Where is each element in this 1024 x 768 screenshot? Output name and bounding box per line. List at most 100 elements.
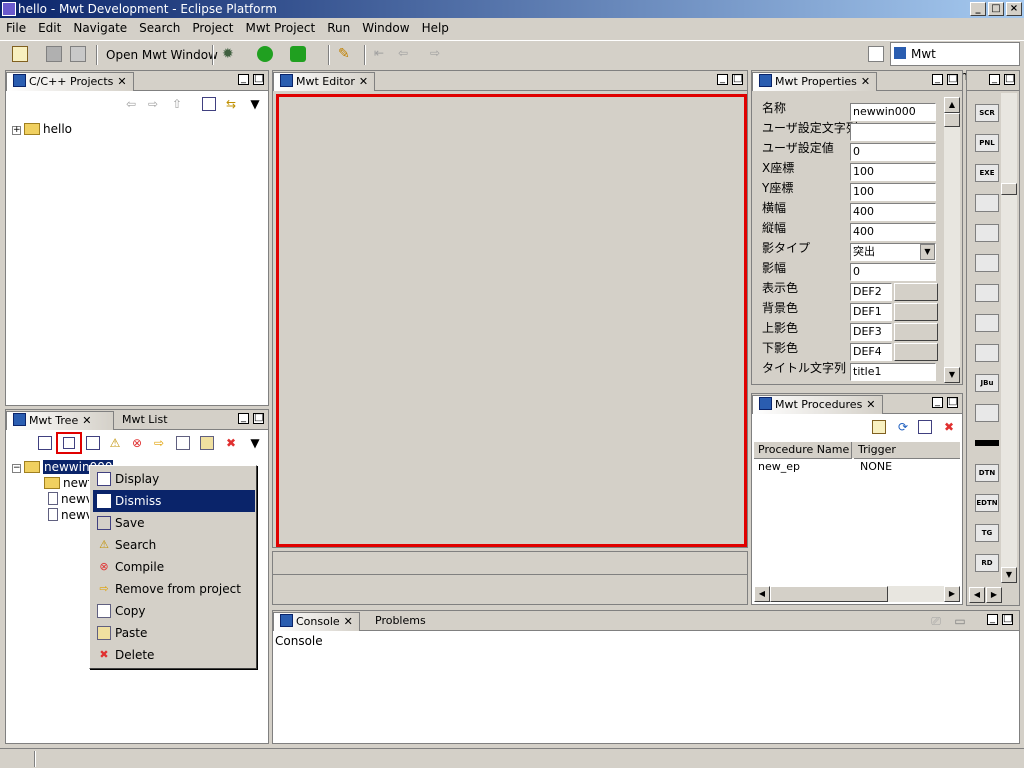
maximize-view-icon[interactable]: □ bbox=[947, 397, 958, 408]
tab-cpp-projects[interactable]: C/C++ Projects ✕ bbox=[6, 72, 134, 91]
palette-exe-icon[interactable]: EXE bbox=[975, 164, 999, 182]
minimize-view-icon[interactable]: _ bbox=[238, 74, 249, 85]
minimize-button[interactable]: _ bbox=[970, 2, 986, 16]
properties-scrollbar[interactable]: ▲ ▼ bbox=[944, 97, 960, 383]
column-header-trigger[interactable]: Trigger bbox=[854, 442, 960, 459]
menu-item-display[interactable]: Display bbox=[93, 468, 255, 490]
prop-title-string-field[interactable]: title1 bbox=[850, 363, 936, 381]
close-button[interactable]: × bbox=[1006, 2, 1022, 16]
menu-run[interactable]: Run bbox=[321, 18, 356, 38]
save-icon[interactable] bbox=[46, 46, 62, 62]
menu-item-dismiss[interactable]: Dismiss bbox=[93, 490, 255, 512]
debug-icon[interactable]: ✹ bbox=[222, 46, 238, 62]
close-tab-icon[interactable]: ✕ bbox=[359, 75, 368, 88]
pencil-icon[interactable]: ✎ bbox=[338, 46, 354, 62]
palette-color-icon[interactable] bbox=[975, 404, 999, 422]
scroll-down-icon[interactable]: ▼ bbox=[944, 367, 960, 383]
new-icon[interactable] bbox=[12, 46, 28, 62]
prev-annotation-icon[interactable]: ⇤ bbox=[374, 46, 390, 62]
menu-window[interactable]: Window bbox=[356, 18, 415, 38]
palette-textpanel-icon[interactable] bbox=[975, 344, 999, 362]
collapse-all-icon[interactable] bbox=[202, 97, 216, 111]
menu-search[interactable]: Search bbox=[133, 18, 186, 38]
minimize-view-icon[interactable]: _ bbox=[987, 614, 998, 625]
palette-layout-icon[interactable] bbox=[975, 314, 999, 332]
scroll-thumb[interactable] bbox=[944, 113, 960, 127]
palette-dtn-icon[interactable]: DTN bbox=[975, 464, 999, 482]
expand-icon[interactable]: + bbox=[12, 126, 21, 135]
prop-y-field[interactable]: 100 bbox=[850, 183, 936, 201]
arrow-right-icon[interactable]: ⇨ bbox=[152, 436, 166, 450]
forward-icon[interactable]: ⇨ bbox=[146, 97, 160, 111]
tree-item-hello[interactable]: + hello bbox=[12, 121, 72, 137]
prop-shadow-width-field[interactable]: 0 bbox=[850, 263, 936, 281]
prop-user-string-field[interactable] bbox=[850, 123, 936, 141]
tree-item-child[interactable]: newv bbox=[48, 491, 93, 507]
scroll-thumb[interactable] bbox=[1001, 183, 1017, 195]
color-picker-button[interactable] bbox=[894, 323, 938, 341]
delete-icon[interactable]: ✖ bbox=[224, 436, 238, 450]
tree-item-child[interactable]: newf bbox=[44, 475, 92, 491]
maximize-button[interactable]: □ bbox=[988, 2, 1004, 16]
edit-procedure-icon[interactable]: ⟳ bbox=[896, 420, 910, 434]
back-icon[interactable]: ⇦ bbox=[124, 97, 138, 111]
close-tab-icon[interactable]: ✕ bbox=[861, 75, 870, 88]
collapse-icon[interactable]: − bbox=[12, 464, 21, 473]
menu-item-paste[interactable]: Paste bbox=[93, 622, 255, 644]
open-perspective-icon[interactable] bbox=[868, 46, 884, 62]
menu-help[interactable]: Help bbox=[416, 18, 455, 38]
menu-mwt-project[interactable]: Mwt Project bbox=[239, 18, 321, 38]
scroll-up-icon[interactable]: ▲ bbox=[944, 97, 960, 113]
menu-item-save[interactable]: Save bbox=[93, 512, 255, 534]
table-row[interactable]: new_ep NONE bbox=[754, 459, 960, 475]
editor-canvas-window[interactable] bbox=[276, 94, 747, 547]
palette-jbu-icon[interactable]: JBu bbox=[975, 374, 999, 392]
minimize-view-icon[interactable]: _ bbox=[932, 397, 943, 408]
maximize-view-icon[interactable]: □ bbox=[947, 74, 958, 85]
scroll-thumb[interactable] bbox=[770, 586, 888, 602]
color-picker-button[interactable] bbox=[894, 283, 938, 301]
tab-mwt-procedures[interactable]: Mwt Procedures ✕ bbox=[752, 395, 883, 414]
maximize-view-icon[interactable]: □ bbox=[1004, 74, 1015, 85]
prop-name-field[interactable]: newwin000 bbox=[850, 103, 936, 121]
print-icon[interactable] bbox=[70, 46, 86, 62]
open-mwt-window-button[interactable]: Open Mwt Window bbox=[106, 45, 218, 65]
palette-scr-icon[interactable]: SCR bbox=[975, 104, 999, 122]
display-console-icon[interactable]: ▭ bbox=[953, 614, 967, 628]
tab-problems[interactable]: Problems bbox=[369, 612, 432, 631]
prop-width-field[interactable]: 400 bbox=[850, 203, 936, 221]
procedures-hscrollbar[interactable]: ◀ ▶ bbox=[754, 586, 960, 602]
palette-separator-icon[interactable] bbox=[975, 194, 999, 212]
maximize-view-icon[interactable]: □ bbox=[1002, 614, 1013, 625]
maximize-view-icon[interactable]: □ bbox=[253, 413, 264, 424]
scroll-right-icon[interactable]: ▶ bbox=[944, 586, 960, 602]
palette-frame-icon[interactable] bbox=[975, 254, 999, 272]
tab-mwt-properties[interactable]: Mwt Properties ✕ bbox=[752, 72, 878, 91]
scroll-right-icon[interactable]: ▶ bbox=[986, 587, 1002, 603]
tab-mwt-list[interactable]: Mwt List bbox=[116, 411, 174, 430]
prop-bottom-shadow-color-field[interactable]: DEF4 bbox=[850, 343, 892, 361]
new-procedure-icon[interactable] bbox=[872, 420, 886, 434]
minimize-view-icon[interactable]: _ bbox=[717, 74, 728, 85]
menu-item-remove-from-project[interactable]: ⇨ Remove from project bbox=[93, 578, 255, 600]
palette-list-icon[interactable] bbox=[975, 224, 999, 242]
tab-mwt-editor[interactable]: Mwt Editor ✕ bbox=[273, 72, 376, 91]
prop-background-color-field[interactable]: DEF1 bbox=[850, 303, 892, 321]
minimize-view-icon[interactable]: _ bbox=[989, 74, 1000, 85]
dismiss-window-highlight[interactable] bbox=[56, 432, 82, 454]
scroll-left-icon[interactable]: ◀ bbox=[969, 587, 985, 603]
delete-icon[interactable]: ✖ bbox=[942, 420, 956, 434]
close-tab-icon[interactable]: ✕ bbox=[82, 414, 91, 427]
close-tab-icon[interactable]: ✕ bbox=[344, 615, 353, 628]
dropdown-arrow-icon[interactable]: ▼ bbox=[920, 244, 935, 260]
palette-rd-icon[interactable]: RD bbox=[975, 554, 999, 572]
run-icon[interactable] bbox=[257, 46, 273, 62]
prop-user-value-field[interactable]: 0 bbox=[850, 143, 936, 161]
maximize-view-icon[interactable]: □ bbox=[732, 74, 743, 85]
menu-item-delete[interactable]: ✖ Delete bbox=[93, 644, 255, 666]
scroll-down-icon[interactable]: ▼ bbox=[1001, 567, 1017, 583]
palette-edtn-icon[interactable]: EDTN bbox=[975, 494, 999, 512]
column-header-procedure-name[interactable]: Procedure Name bbox=[754, 442, 852, 459]
color-picker-button[interactable] bbox=[894, 343, 938, 361]
palette-tg-icon[interactable]: TG bbox=[975, 524, 999, 542]
